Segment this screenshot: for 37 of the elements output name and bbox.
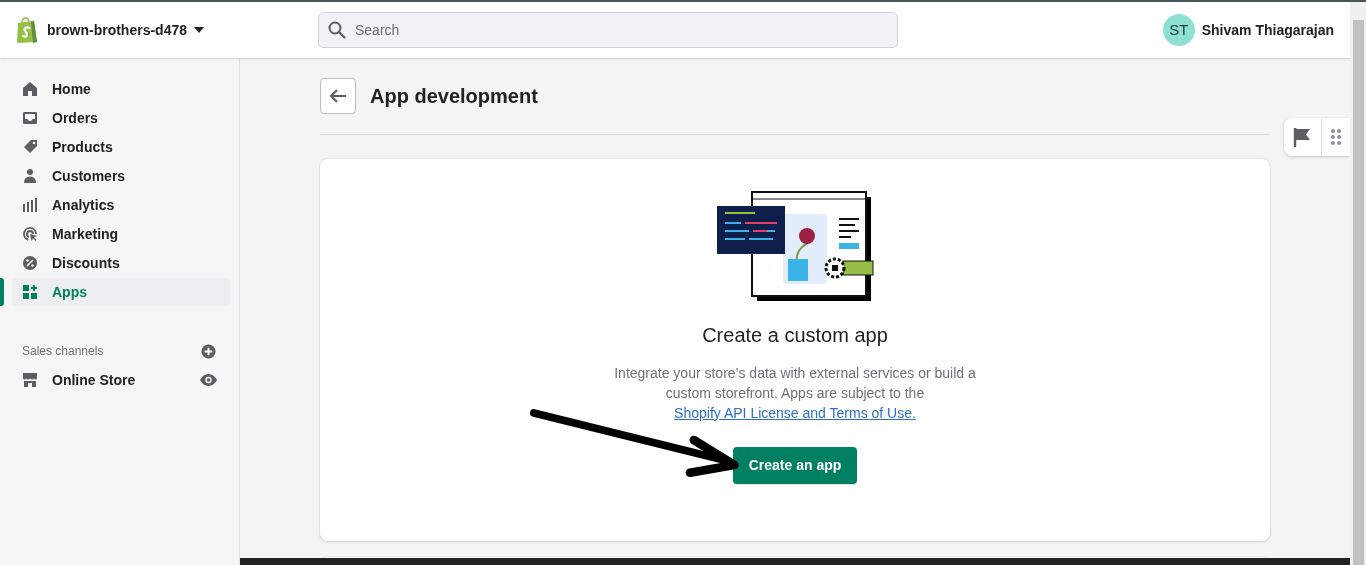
search-field[interactable]: Search (318, 12, 898, 48)
bar-chart-icon (22, 197, 38, 213)
cursor-icon (22, 226, 38, 242)
eye-icon[interactable] (200, 374, 217, 386)
nav-item[interactable]: Online Store (22, 366, 200, 394)
add-icon[interactable] (201, 343, 216, 359)
description: Integrate your store’s data with external services or build a custom storefront. Apps are subject to the Shopify API License and Terms of Use. (613, 364, 977, 423)
home-icon (22, 81, 38, 97)
avatar[interactable]: ST (1162, 14, 1195, 46)
nav-item[interactable]: Marketing (12, 220, 230, 248)
nav-item[interactable]: Discounts (12, 249, 230, 277)
nav-item[interactable]: Customers (12, 162, 230, 190)
card-heading: Create a custom app (702, 323, 888, 347)
back-arrow-icon (329, 88, 347, 104)
section-label: Sales channels (22, 343, 104, 360)
search-icon (328, 21, 346, 39)
page-title: App development (370, 84, 538, 108)
license-link[interactable]: Shopify API License and Terms of Use. (674, 405, 916, 421)
back-button[interactable] (320, 78, 356, 114)
nav-item[interactable]: Analytics (12, 191, 230, 219)
scrollbar-thumb[interactable] (1353, 20, 1364, 565)
nav-item[interactable]: Home (12, 75, 230, 103)
nav-item[interactable]: Orders (12, 104, 230, 132)
flag-icon[interactable] (1293, 127, 1311, 147)
percent-icon (22, 255, 38, 271)
shopping-bag-logo (14, 16, 40, 44)
nav-item[interactable]: Products (12, 133, 230, 161)
storefront-icon (22, 372, 38, 388)
inbox-icon (22, 110, 38, 126)
create-app-button[interactable]: Create an app (732, 447, 858, 484)
user-name[interactable]: Shivam Thiagarajan (1201, 19, 1334, 41)
caret-icon[interactable] (194, 27, 204, 33)
store-name[interactable]: brown-brothers-d478 (47, 19, 187, 41)
person-icon (22, 168, 38, 184)
apps-icon (22, 284, 38, 300)
grid-dots-icon[interactable] (1331, 129, 1341, 145)
tag-icon (22, 139, 38, 155)
